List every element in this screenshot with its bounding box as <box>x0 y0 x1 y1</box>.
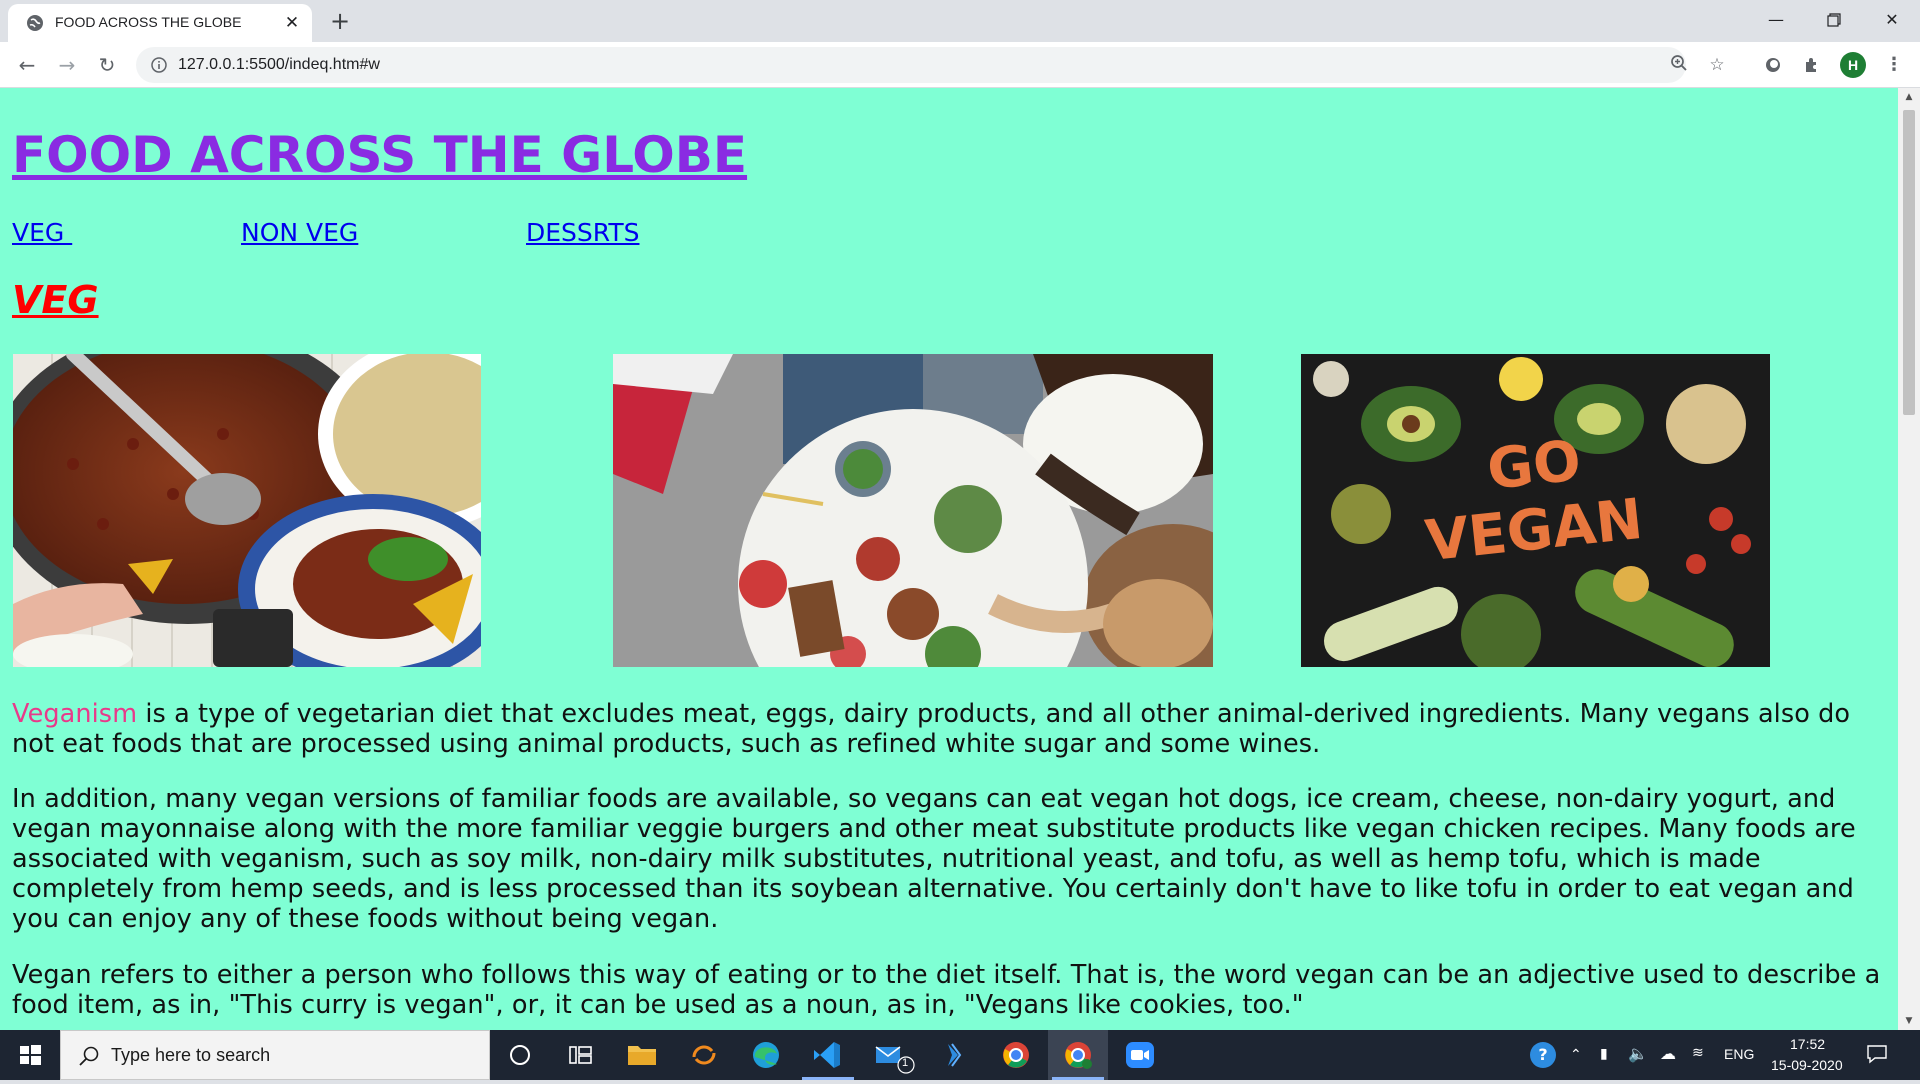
chili-rice-image <box>13 354 481 667</box>
profile-avatar[interactable]: H <box>1840 52 1866 78</box>
back-icon[interactable]: ← <box>13 51 41 79</box>
tab-strip: FOOD ACROSS THE GLOBE ✕ + — ✕ <box>0 0 1920 42</box>
browser-toolbar: ← → ↻ 127.0.0.1:5500/indeq.htm#w ☆ H ⋮ <box>0 42 1920 88</box>
globe-icon <box>27 15 43 31</box>
onedrive-cloud-icon[interactable]: ☁ <box>1660 1044 1676 1064</box>
zoom-app-icon[interactable] <box>1110 1030 1170 1080</box>
paragraph-1-text: is a type of vegetarian diet that exclud… <box>12 699 1851 759</box>
forward-icon[interactable]: → <box>53 51 81 79</box>
help-icon[interactable]: ? <box>1530 1042 1556 1068</box>
show-hidden-icons-chevron-icon[interactable]: ⌃ <box>1570 1046 1582 1063</box>
windows-logo-icon <box>20 1045 41 1065</box>
go-vegan-text-go: GO <box>1484 428 1584 502</box>
extension-circle-icon[interactable] <box>1759 51 1787 79</box>
nav-link-desserts[interactable]: DESSRTS <box>526 218 639 247</box>
task-view-icon[interactable] <box>550 1030 610 1080</box>
search-icon <box>79 1046 99 1066</box>
scrollbar-thumb[interactable] <box>1903 110 1915 415</box>
veganism-highlight: Veganism <box>12 699 138 729</box>
wifi-icon[interactable]: ≋ <box>1692 1044 1704 1061</box>
address-bar[interactable]: 127.0.0.1:5500/indeq.htm#w ☆ <box>136 47 1725 83</box>
file-explorer-icon[interactable] <box>612 1030 672 1080</box>
restore-icon[interactable] <box>1806 0 1862 40</box>
mail-badge-count: 1 <box>902 1057 909 1069</box>
nav-link-veg[interactable]: VEG <box>12 218 72 247</box>
battery-icon[interactable]: ▮ <box>1600 1045 1608 1062</box>
page-viewport: FOOD ACROSS THE GLOBE VEG NON VEG DESSRT… <box>0 88 1898 1030</box>
taskbar-search-box[interactable]: Type here to search <box>60 1030 490 1080</box>
section-heading-veg: VEG <box>12 278 99 322</box>
chrome-icon[interactable] <box>986 1030 1046 1080</box>
vscode-icon[interactable] <box>798 1030 858 1080</box>
start-button[interactable] <box>0 1030 60 1080</box>
windows-taskbar: Type here to search 1 ? ⌃ ▮ 🔈 ☁ ≋ ENG 17… <box>0 1030 1920 1080</box>
language-indicator[interactable]: ENG <box>1724 1046 1754 1062</box>
menu-kebab-icon[interactable]: ⋮ <box>1880 51 1908 79</box>
edge-browser-icon[interactable] <box>736 1030 796 1080</box>
page-title[interactable]: FOOD ACROSS THE GLOBE <box>12 126 747 184</box>
go-vegan-image: GO VEGAN <box>1301 354 1770 667</box>
clock-date[interactable]: 15-09-2020 <box>1771 1057 1843 1073</box>
notifications-icon[interactable] <box>1866 1043 1888 1065</box>
vegan-table-image <box>613 354 1213 667</box>
scroll-down-icon[interactable]: ▼ <box>1898 1012 1920 1030</box>
reload-icon[interactable]: ↻ <box>93 51 121 79</box>
url-text[interactable]: 127.0.0.1:5500/indeq.htm#w <box>178 56 380 74</box>
extensions-puzzle-icon[interactable] <box>1798 51 1826 79</box>
vertical-scrollbar[interactable]: ▲ ▼ <box>1898 88 1920 1030</box>
info-icon[interactable] <box>150 56 168 74</box>
browser-tab[interactable]: FOOD ACROSS THE GLOBE ✕ <box>8 4 312 42</box>
bookmark-star-icon[interactable]: ☆ <box>1706 54 1728 76</box>
scroll-up-icon[interactable]: ▲ <box>1898 88 1920 106</box>
paragraph-3: Vegan refers to either a person who foll… <box>12 960 1881 1020</box>
tab-title: FOOD ACROSS THE GLOBE <box>55 14 242 30</box>
clock-time[interactable]: 17:52 <box>1790 1036 1825 1052</box>
chrome-profile-icon[interactable] <box>1048 1030 1108 1080</box>
paragraph-1: Veganism is a type of vegetarian diet th… <box>12 699 1892 759</box>
search-placeholder: Type here to search <box>111 1045 271 1065</box>
cortana-icon[interactable] <box>490 1030 550 1080</box>
minimize-icon[interactable]: — <box>1748 0 1804 40</box>
paragraph-2: In addition, many vegan versions of fami… <box>12 784 1856 934</box>
close-tab-icon[interactable]: ✕ <box>281 12 303 34</box>
power-automate-icon[interactable] <box>922 1030 982 1080</box>
nav-link-non-veg[interactable]: NON VEG <box>241 218 358 247</box>
close-window-icon[interactable]: ✕ <box>1864 0 1920 40</box>
mail-icon[interactable]: 1 <box>860 1030 920 1080</box>
new-tab-button[interactable]: + <box>326 7 354 35</box>
zoom-icon[interactable] <box>1668 54 1690 76</box>
sync-app-icon[interactable] <box>674 1030 734 1080</box>
volume-icon[interactable]: 🔈 <box>1628 1044 1648 1064</box>
